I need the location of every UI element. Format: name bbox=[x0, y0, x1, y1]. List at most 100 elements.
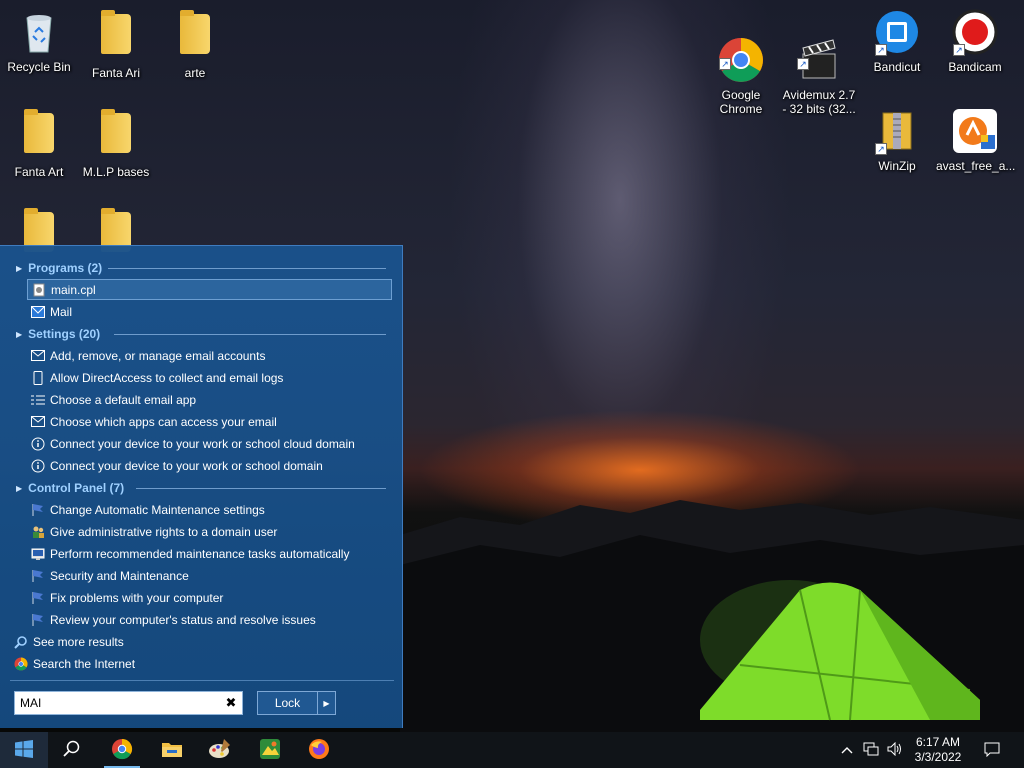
desktop-icon-recycle-bin[interactable]: Recycle Bin bbox=[0, 8, 78, 74]
result-item-setting[interactable]: Connect your device to your work or scho… bbox=[27, 455, 392, 476]
flag-icon bbox=[31, 591, 45, 605]
link-label: See more results bbox=[33, 635, 124, 649]
result-label: Review your computer's status and resolv… bbox=[50, 612, 316, 627]
result-label: Connect your device to your work or scho… bbox=[50, 458, 323, 473]
result-item-control-panel[interactable]: Give administrative rights to a domain u… bbox=[27, 521, 392, 542]
lock-button[interactable]: Lock ▶ bbox=[257, 691, 336, 715]
shortcut-arrow-icon: ↗ bbox=[875, 44, 887, 56]
divider bbox=[10, 680, 394, 681]
group-header-programs[interactable]: ▶ Programs (2) bbox=[16, 260, 386, 276]
start-search-box[interactable]: ✖ bbox=[14, 691, 243, 715]
group-header-settings[interactable]: ▶ Settings (20) bbox=[16, 326, 386, 342]
desktop-icon-avast[interactable]: avast_free_a... bbox=[936, 107, 1015, 173]
firefox-icon bbox=[308, 738, 330, 763]
group-header-label: Control Panel (7) bbox=[28, 481, 125, 495]
result-item-setting[interactable]: Allow DirectAccess to collect and email … bbox=[27, 367, 392, 388]
taskbar-search-button[interactable] bbox=[48, 732, 96, 768]
bandicut-icon: ↗ bbox=[873, 8, 921, 56]
desktop-icon-winzip[interactable]: ↗ WinZip bbox=[858, 107, 936, 173]
result-item-mail[interactable]: Mail bbox=[27, 301, 392, 322]
clock-date: 3/3/2022 bbox=[914, 750, 962, 764]
folder-icon bbox=[15, 109, 63, 161]
result-label: Mail bbox=[50, 304, 73, 319]
phone-icon bbox=[31, 370, 45, 385]
result-label: Connect your device to your work or scho… bbox=[50, 436, 355, 451]
result-item-setting[interactable]: Choose which apps can access your email bbox=[27, 411, 392, 432]
taskbar-chrome[interactable] bbox=[98, 732, 146, 768]
desktop-icon-fanta-ari[interactable]: Fanta Ari bbox=[77, 8, 155, 80]
clapperboard-icon: ↗ bbox=[795, 22, 843, 79]
shortcut-arrow-icon: ↗ bbox=[953, 44, 965, 56]
taskbar-file-explorer[interactable] bbox=[148, 732, 196, 768]
search-internet-link[interactable]: Search the Internet bbox=[14, 654, 135, 674]
taskbar-clock[interactable]: 6:17 AM 3/3/2022 bbox=[905, 732, 971, 768]
result-label: Choose a default email app bbox=[50, 392, 197, 407]
result-item-setting[interactable]: Add, remove, or manage email accounts bbox=[27, 345, 392, 366]
desktop-icon-avidemux[interactable]: ↗ Avidemux 2.7 - 32 bits (32... bbox=[780, 8, 858, 130]
notification-icon bbox=[984, 741, 1000, 760]
result-label: Choose which apps can access your email bbox=[50, 414, 277, 429]
desktop-icon-label: Avidemux 2.7 - 32 bits (32... bbox=[782, 88, 856, 116]
bandicam-icon: ↗ bbox=[951, 8, 999, 56]
result-item-control-panel[interactable]: Change Automatic Maintenance settings bbox=[27, 499, 392, 520]
expand-triangle-icon: ▶ bbox=[16, 263, 23, 273]
desktop-icon-fanta-art[interactable]: Fanta Art bbox=[0, 107, 78, 179]
desktop-icon-google-chrome[interactable]: ↗ Google Chrome bbox=[702, 8, 780, 130]
search-icon bbox=[63, 740, 81, 761]
result-item-setting[interactable]: Choose a default email app bbox=[27, 389, 392, 410]
folder-icon bbox=[92, 10, 140, 62]
maintenance-icon bbox=[31, 547, 45, 561]
taskbar-firefox[interactable] bbox=[295, 732, 343, 768]
desktop-icon-label: M.L.P bases bbox=[82, 165, 150, 179]
expand-triangle-icon: ▶ bbox=[16, 329, 23, 339]
flag-icon bbox=[31, 613, 45, 627]
network-button[interactable] bbox=[860, 732, 882, 768]
start-button[interactable] bbox=[0, 732, 48, 768]
shortcut-arrow-icon: ↗ bbox=[875, 143, 887, 155]
desktop-icon-label: Fanta Ari bbox=[91, 66, 141, 80]
result-item-setting[interactable]: Connect your device to your work or scho… bbox=[27, 433, 392, 454]
desktop-icon-folder-partial[interactable] bbox=[0, 206, 78, 252]
search-input[interactable] bbox=[15, 693, 220, 713]
default-apps-icon bbox=[31, 393, 45, 407]
chevron-up-icon bbox=[841, 743, 853, 757]
result-item-control-panel[interactable]: Fix problems with your computer bbox=[27, 587, 392, 608]
flag-icon bbox=[31, 503, 45, 517]
see-more-results-link[interactable]: See more results bbox=[14, 632, 124, 652]
desktop-icon-bandicam[interactable]: ↗ Bandicam bbox=[936, 8, 1014, 74]
shortcut-arrow-icon: ↗ bbox=[797, 58, 809, 70]
info-icon bbox=[31, 437, 45, 451]
taskbar: 6:17 AM 3/3/2022 bbox=[0, 732, 1024, 768]
result-label: Security and Maintenance bbox=[50, 568, 189, 583]
result-item-control-panel[interactable]: Perform recommended maintenance tasks au… bbox=[27, 543, 392, 564]
divider bbox=[108, 268, 386, 269]
result-item-main-cpl[interactable]: main.cpl bbox=[27, 279, 392, 300]
desktop-icon-mlp-bases[interactable]: M.L.P bases bbox=[77, 107, 155, 179]
windows-logo-icon bbox=[15, 739, 33, 761]
clear-search-icon[interactable]: ✖ bbox=[220, 692, 242, 714]
result-label: Give administrative rights to a domain u… bbox=[50, 524, 278, 539]
result-item-control-panel[interactable]: Review your computer's status and resolv… bbox=[27, 609, 392, 630]
desktop-icon-folder-partial[interactable] bbox=[77, 206, 155, 252]
desktop-icon-arte[interactable]: arte bbox=[156, 8, 234, 80]
desktop-icon-label: arte bbox=[184, 66, 206, 80]
taskbar-app[interactable] bbox=[246, 732, 294, 768]
chrome-icon bbox=[111, 738, 133, 763]
show-hidden-icons-button[interactable] bbox=[836, 732, 858, 768]
expand-triangle-icon: ▶ bbox=[16, 483, 23, 493]
chevron-right-icon[interactable]: ▶ bbox=[317, 692, 335, 714]
group-header-control-panel[interactable]: ▶ Control Panel (7) bbox=[16, 480, 386, 496]
result-label: Fix problems with your computer bbox=[50, 590, 224, 605]
info-icon bbox=[31, 459, 45, 473]
taskbar-paint[interactable] bbox=[196, 732, 244, 768]
volume-button[interactable] bbox=[884, 732, 906, 768]
desktop-icon-label: Google Chrome bbox=[719, 88, 763, 116]
tent-image bbox=[700, 580, 980, 721]
recycle-bin-icon bbox=[15, 8, 63, 56]
result-item-control-panel[interactable]: Security and Maintenance bbox=[27, 565, 392, 586]
search-icon bbox=[14, 635, 28, 649]
desktop-icon-bandicut[interactable]: ↗ Bandicut bbox=[858, 8, 936, 74]
action-center-button[interactable] bbox=[980, 732, 1004, 768]
group-header-label: Settings (20) bbox=[28, 327, 101, 341]
network-icon bbox=[863, 742, 879, 759]
